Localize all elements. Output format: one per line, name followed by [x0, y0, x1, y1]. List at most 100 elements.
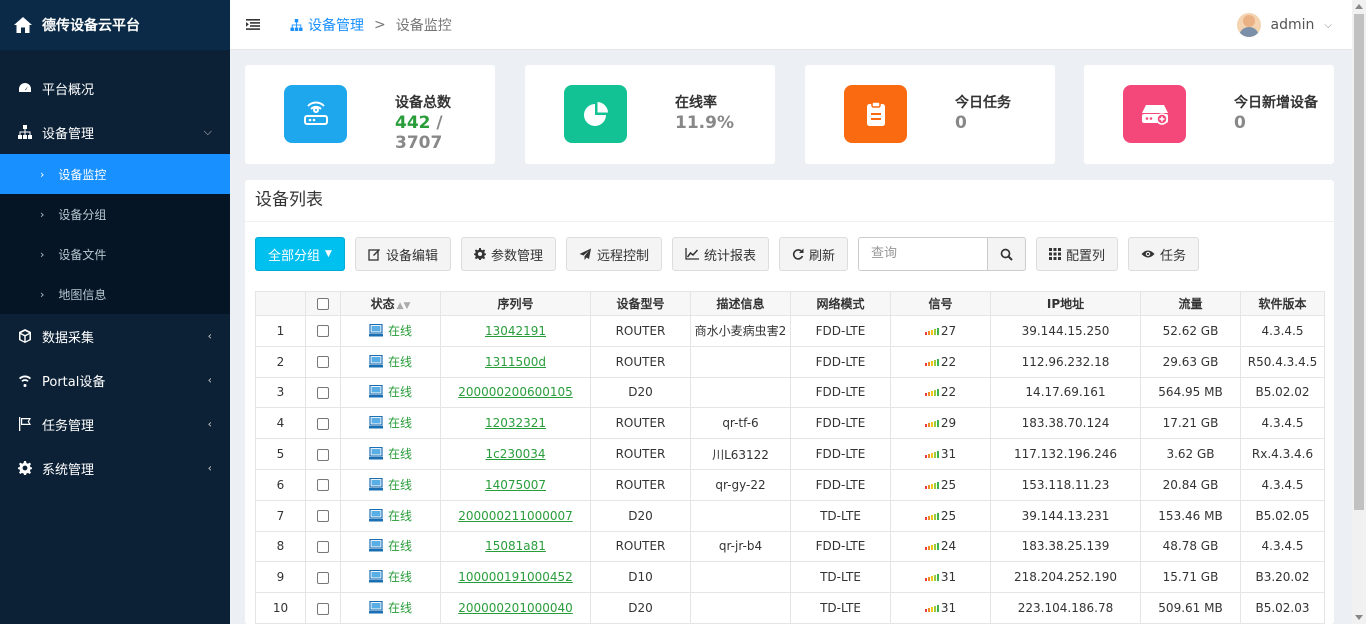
table-row[interactable]: 4 在线 12032321 ROUTER qr-tf-6 FDD-LTE 29 183.38.… — [255, 407, 1325, 440]
breadcrumb-level1[interactable]: 设备管理 — [290, 15, 364, 35]
scrollbar-thumb[interactable] — [1354, 14, 1364, 510]
search-input[interactable]: 查询 — [858, 237, 989, 271]
serial-link[interactable]: 200000201000040 — [458, 601, 573, 615]
cell-serial: 13042191 — [440, 315, 591, 347]
device-edit-button[interactable]: 设备编辑 — [354, 237, 451, 271]
serial-link[interactable]: 1c230034 — [485, 447, 545, 461]
sidebar-subitem-files[interactable]: › 设备文件 — [0, 234, 230, 274]
row-checkbox[interactable] — [317, 325, 329, 338]
serial-link[interactable]: 13042191 — [485, 324, 546, 338]
table-row[interactable]: 10 在线 200000201000040 D20 TD-LTE 31 223.104.18… — [255, 592, 1325, 624]
cell-flow: 20.84 GB — [1140, 468, 1241, 501]
sidebar-subitem-map[interactable]: › 地图信息 — [0, 274, 230, 314]
row-checkbox[interactable] — [317, 540, 329, 553]
serial-link[interactable]: 14075007 — [485, 478, 546, 492]
table-row[interactable]: 9 在线 100000191000452 D10 TD-LTE 31 218.204.252… — [255, 561, 1325, 594]
cell-select[interactable] — [305, 376, 341, 409]
row-checkbox[interactable] — [317, 386, 329, 399]
signal-bar — [933, 482, 936, 489]
row-checkbox[interactable] — [317, 602, 329, 615]
params-button[interactable]: 参数管理 — [460, 237, 556, 271]
table-row[interactable]: 8 在线 15081a81 ROUTER qr-jr-b4 FDD-LTE 24 183.38… — [255, 530, 1325, 563]
cell-select[interactable] — [305, 438, 341, 470]
row-checkbox[interactable] — [317, 571, 329, 584]
sidebar-item-label: 平台概况 — [42, 82, 95, 98]
cell-desc: 川L63122 — [690, 438, 791, 470]
serial-link[interactable]: 15081a81 — [485, 539, 546, 553]
sidebar-subitem-group[interactable]: › 设备分组 — [0, 194, 230, 234]
row-checkbox[interactable] — [317, 448, 329, 461]
sidebar-item-device-management[interactable]: 设备管理 ⌵ — [0, 110, 230, 154]
chevron-left-icon: ‹ — [207, 329, 212, 343]
refresh-label: 刷新 — [809, 248, 836, 264]
wifi-icon — [19, 375, 31, 387]
sidebar-item-overview[interactable]: 平台概况 — [0, 66, 230, 110]
table-row[interactable]: 3 在线 200000200600105 D20 FDD-LTE 22 14.17.69.1… — [255, 376, 1325, 409]
brand[interactable]: 德传设备云平台 — [0, 0, 230, 50]
menu-toggle-icon[interactable] — [246, 19, 260, 30]
stat-card-value: 11.9% — [675, 113, 734, 133]
signal-bar — [933, 452, 936, 459]
device-list-panel: 设备列表 全部分组 ▼ 设备编辑 参数管理 远程控制 统计报表 刷新 查询 配置… — [245, 180, 1334, 624]
remote-control-button[interactable]: 远程控制 — [565, 237, 662, 271]
signal-bar — [924, 424, 927, 428]
sort-icon[interactable]: ▲▼ — [397, 301, 411, 311]
sidebar-subitem-monitor[interactable]: › 设备监控 — [0, 154, 230, 194]
table-row[interactable]: 5 在线 1c230034 ROUTER 川L63122 FDD-LTE 31 117.132… — [255, 438, 1325, 470]
row-checkbox[interactable] — [317, 356, 329, 369]
columns-button[interactable]: 配置列 — [1036, 237, 1119, 271]
serial-link[interactable]: 1311500d — [485, 355, 546, 369]
cell-desc — [690, 561, 791, 594]
serial-link[interactable]: 12032321 — [485, 416, 546, 430]
col-header-select[interactable] — [305, 291, 341, 316]
cell-select[interactable] — [305, 468, 341, 501]
table-row[interactable]: 2 在线 1311500d ROUTER FDD-LTE 22 112.96.232.18 2… — [255, 345, 1325, 378]
cell-signal: 22 — [890, 376, 991, 409]
table-row[interactable]: 6 在线 14075007 ROUTER qr-gy-22 FDD-LTE 25 153.11… — [255, 468, 1325, 501]
cell-index: 7 — [255, 499, 306, 532]
sidebar-item-system[interactable]: 系统管理 ‹ — [0, 446, 230, 490]
row-checkbox[interactable] — [317, 479, 329, 492]
cell-select[interactable] — [305, 345, 341, 378]
cell-status: 在线 — [340, 592, 441, 624]
select-all-checkbox[interactable] — [317, 298, 329, 310]
serial-link[interactable]: 100000191000452 — [458, 570, 573, 584]
sidebar-item-portal[interactable]: Portal设备 ‹ — [0, 358, 230, 402]
refresh-button[interactable]: 刷新 — [779, 237, 849, 271]
row-checkbox[interactable] — [317, 417, 329, 430]
cell-select[interactable] — [305, 530, 341, 563]
user-menu[interactable]: admin ⌵ — [1236, 0, 1332, 50]
sidebar-item-label: 数据采集 — [42, 330, 95, 346]
group-dropdown-button[interactable]: 全部分组 ▼ — [255, 237, 345, 271]
cell-flow: 3.62 GB — [1140, 438, 1241, 470]
signal-bar — [930, 514, 933, 520]
serial-link[interactable]: 200000211000007 — [458, 509, 573, 523]
cell-status: 在线 — [340, 530, 441, 563]
signal-bar — [933, 513, 936, 520]
total-count: 3707 — [395, 133, 443, 153]
col-header-serial: 序列号 — [440, 291, 591, 316]
report-button[interactable]: 统计报表 — [671, 237, 769, 271]
serial-link[interactable]: 200000200600105 — [458, 385, 573, 399]
cell-select[interactable] — [305, 407, 341, 440]
device-table: 状态 ▲▼ 序列号 设备型号 描述信息 网络模式 信号 IP地址 流量 软件版本 … — [255, 291, 1325, 624]
table-row[interactable]: 7 在线 200000211000007 D20 TD-LTE 25 39.144.13.2… — [255, 499, 1325, 532]
stat-card-today-new: 今日新增设备 0 — [1084, 65, 1334, 164]
cell-select[interactable] — [305, 592, 341, 624]
task-button[interactable]: 任务 — [1128, 237, 1200, 271]
page-scrollbar[interactable] — [1352, 0, 1366, 624]
sidebar-item-data-collection[interactable]: 数据采集 ‹ — [0, 314, 230, 358]
col-header-status[interactable]: 状态 ▲▼ — [340, 291, 441, 316]
sidebar-item-tasks[interactable]: 任务管理 ‹ — [0, 402, 230, 446]
cell-select[interactable] — [305, 315, 341, 347]
table-row[interactable]: 1 在线 13042191 ROUTER 商水小麦病虫害2 FDD-LTE 27 39.144… — [255, 315, 1325, 347]
row-checkbox[interactable] — [317, 510, 329, 523]
scroll-up-icon[interactable] — [1355, 4, 1363, 9]
cell-select[interactable] — [305, 499, 341, 532]
search-button[interactable] — [988, 237, 1027, 271]
cell-version: B3.20.02 — [1240, 561, 1325, 594]
cell-select[interactable] — [305, 561, 341, 594]
sidebar-item-label: Portal设备 — [42, 374, 106, 390]
scroll-down-icon[interactable] — [1355, 615, 1363, 620]
cell-network: FDD-LTE — [790, 315, 891, 347]
